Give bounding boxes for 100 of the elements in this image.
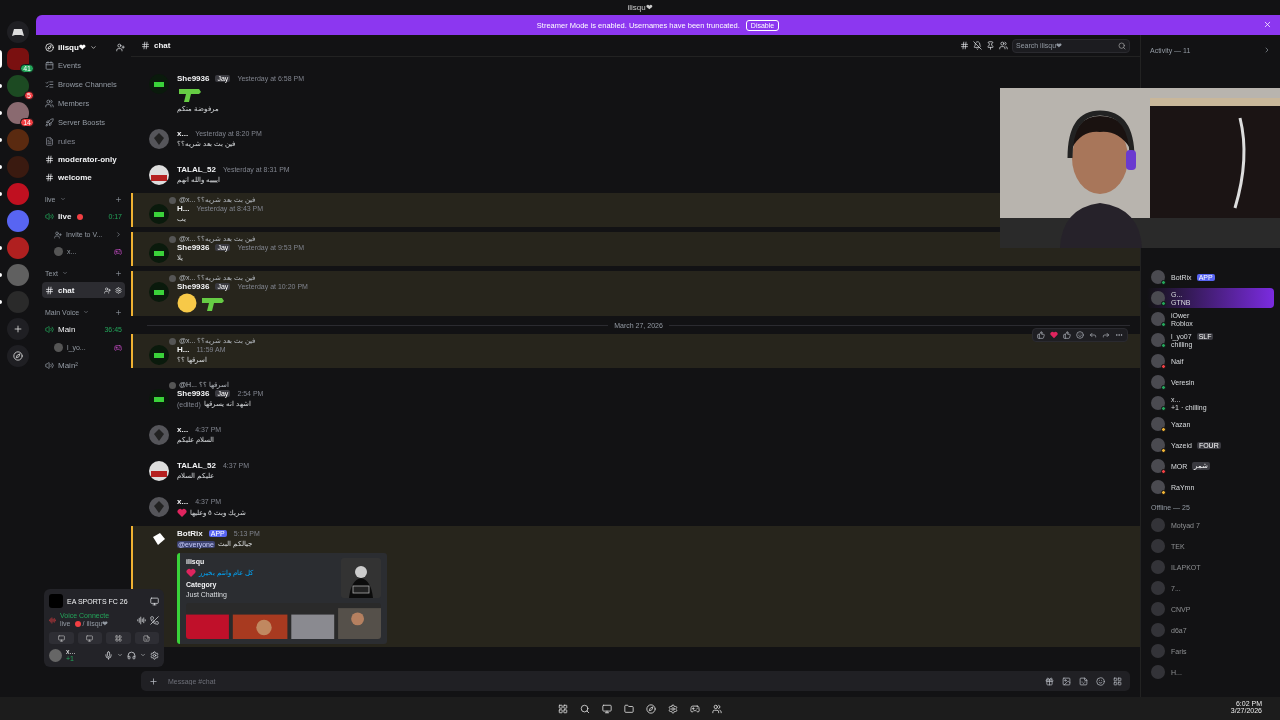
- apps-icon[interactable]: [1113, 676, 1122, 686]
- grid-icon: [114, 634, 122, 642]
- avatar: [149, 425, 169, 445]
- author-name[interactable]: x...: [177, 497, 189, 506]
- pin-icon[interactable]: [986, 41, 995, 50]
- chevron-icon: [59, 196, 66, 202]
- chevron-icon[interactable]: [117, 652, 123, 658]
- taskbar-icon[interactable]: [602, 703, 612, 714]
- channel-item[interactable]: moderator-only: [42, 151, 125, 167]
- screen-icon[interactable]: [150, 596, 159, 606]
- author-name[interactable]: She9936: [177, 74, 210, 83]
- forward-icon[interactable]: [1102, 331, 1110, 339]
- chevron-icon[interactable]: [89, 43, 97, 51]
- chevron-icon: [61, 270, 68, 276]
- nav-icon: [45, 118, 54, 127]
- server-name[interactable]: ilisqu❤: [58, 42, 86, 52]
- author-name[interactable]: x...: [177, 425, 189, 434]
- gift-icon[interactable]: [1045, 676, 1054, 686]
- avatar: [54, 247, 63, 256]
- controller-logo-icon: [12, 27, 24, 37]
- server-icon: [45, 42, 54, 52]
- author-name[interactable]: TALAL_52: [177, 165, 216, 174]
- reply-icon[interactable]: [1089, 331, 1097, 339]
- taskbar-icon[interactable]: [646, 703, 656, 714]
- taskbar-icon[interactable]: [690, 703, 700, 714]
- discover-button[interactable]: [7, 345, 29, 367]
- threads-icon[interactable]: [960, 41, 969, 50]
- camera-button[interactable]: [49, 632, 74, 644]
- reply-avatar: [169, 274, 176, 282]
- add-server-button[interactable]: [7, 318, 29, 340]
- share-screen-button[interactable]: [77, 632, 102, 644]
- author-name[interactable]: x...: [177, 129, 189, 138]
- server-icon[interactable]: [7, 210, 29, 232]
- taskbar-icon[interactable]: [624, 703, 634, 714]
- channel-item[interactable]: welcome: [42, 169, 125, 185]
- avatar: [149, 243, 169, 263]
- game-icon: [49, 594, 63, 608]
- message-toolbar[interactable]: [1032, 328, 1128, 342]
- emoji-icon[interactable]: [1076, 331, 1084, 339]
- avatar: [149, 74, 169, 94]
- author-name[interactable]: H...: [177, 204, 190, 213]
- more-icon[interactable]: [1115, 331, 1123, 339]
- headphones-icon[interactable]: [127, 650, 136, 660]
- activities-button[interactable]: [106, 632, 131, 644]
- taskbar-icon[interactable]: [668, 703, 678, 714]
- signal-icon: [49, 616, 56, 624]
- heart-icon: [177, 508, 187, 518]
- server-icon[interactable]: [7, 75, 29, 97]
- settings-icon[interactable]: [150, 650, 159, 660]
- reply-avatar: [169, 196, 176, 204]
- invite-icon[interactable]: [116, 42, 125, 52]
- speaker-icon: [45, 325, 54, 334]
- hash-icon: [45, 285, 54, 295]
- chevron-icon: [115, 231, 122, 238]
- soundboard-icon[interactable]: [137, 615, 146, 625]
- author-name[interactable]: BotRix: [177, 529, 203, 538]
- mute-icon[interactable]: [973, 41, 982, 50]
- nav-icon: [45, 99, 54, 108]
- avatar: [149, 461, 169, 481]
- thumbs-up-icon[interactable]: [1037, 331, 1045, 339]
- disconnect-icon[interactable]: [150, 615, 159, 625]
- invite-icon[interactable]: [104, 286, 111, 294]
- close-icon[interactable]: [1263, 20, 1272, 29]
- server-icon[interactable]: [7, 102, 29, 124]
- nav-icon: [45, 80, 54, 89]
- sticker-icon[interactable]: [1079, 676, 1088, 686]
- gamepad-icon: [114, 247, 122, 256]
- thumbs-up-icon[interactable]: [1063, 331, 1071, 339]
- author-name[interactable]: She9936: [177, 282, 210, 291]
- taskbar-icon[interactable]: [580, 703, 590, 714]
- taskbar-icon[interactable]: [558, 703, 568, 714]
- add-icon[interactable]: [149, 676, 158, 686]
- members-icon[interactable]: [999, 41, 1008, 50]
- emoji-icon[interactable]: [1096, 676, 1105, 686]
- reply-avatar: [169, 235, 176, 243]
- add-icon[interactable]: [115, 269, 122, 277]
- channel-item[interactable]: rules: [42, 133, 125, 149]
- microphone-icon[interactable]: [104, 650, 113, 660]
- server-icon[interactable]: [7, 48, 29, 70]
- avatar: [149, 282, 169, 302]
- effects-button[interactable]: [134, 632, 159, 644]
- author-name[interactable]: TALAL_52: [177, 461, 216, 470]
- avatar: [149, 345, 169, 365]
- add-icon[interactable]: [115, 195, 122, 203]
- heart-icon: [186, 568, 196, 578]
- chevron-icon[interactable]: [140, 652, 146, 658]
- channel-item[interactable]: chat: [42, 282, 125, 298]
- author-name[interactable]: She9936: [177, 389, 210, 398]
- hash-icon: [141, 41, 150, 50]
- author-name[interactable]: H...: [177, 345, 190, 354]
- avatar: [149, 389, 169, 409]
- app-logo[interactable]: [7, 21, 29, 43]
- taskbar-icon[interactable]: [712, 703, 722, 714]
- reply-avatar: [169, 337, 176, 345]
- chevron-icon: [1263, 46, 1271, 54]
- gif-icon[interactable]: [1062, 676, 1071, 686]
- add-icon[interactable]: [115, 308, 122, 316]
- speaker-icon: [45, 361, 54, 370]
- voice-channel[interactable]: Main²: [42, 357, 125, 374]
- author-name[interactable]: She9936: [177, 243, 210, 252]
